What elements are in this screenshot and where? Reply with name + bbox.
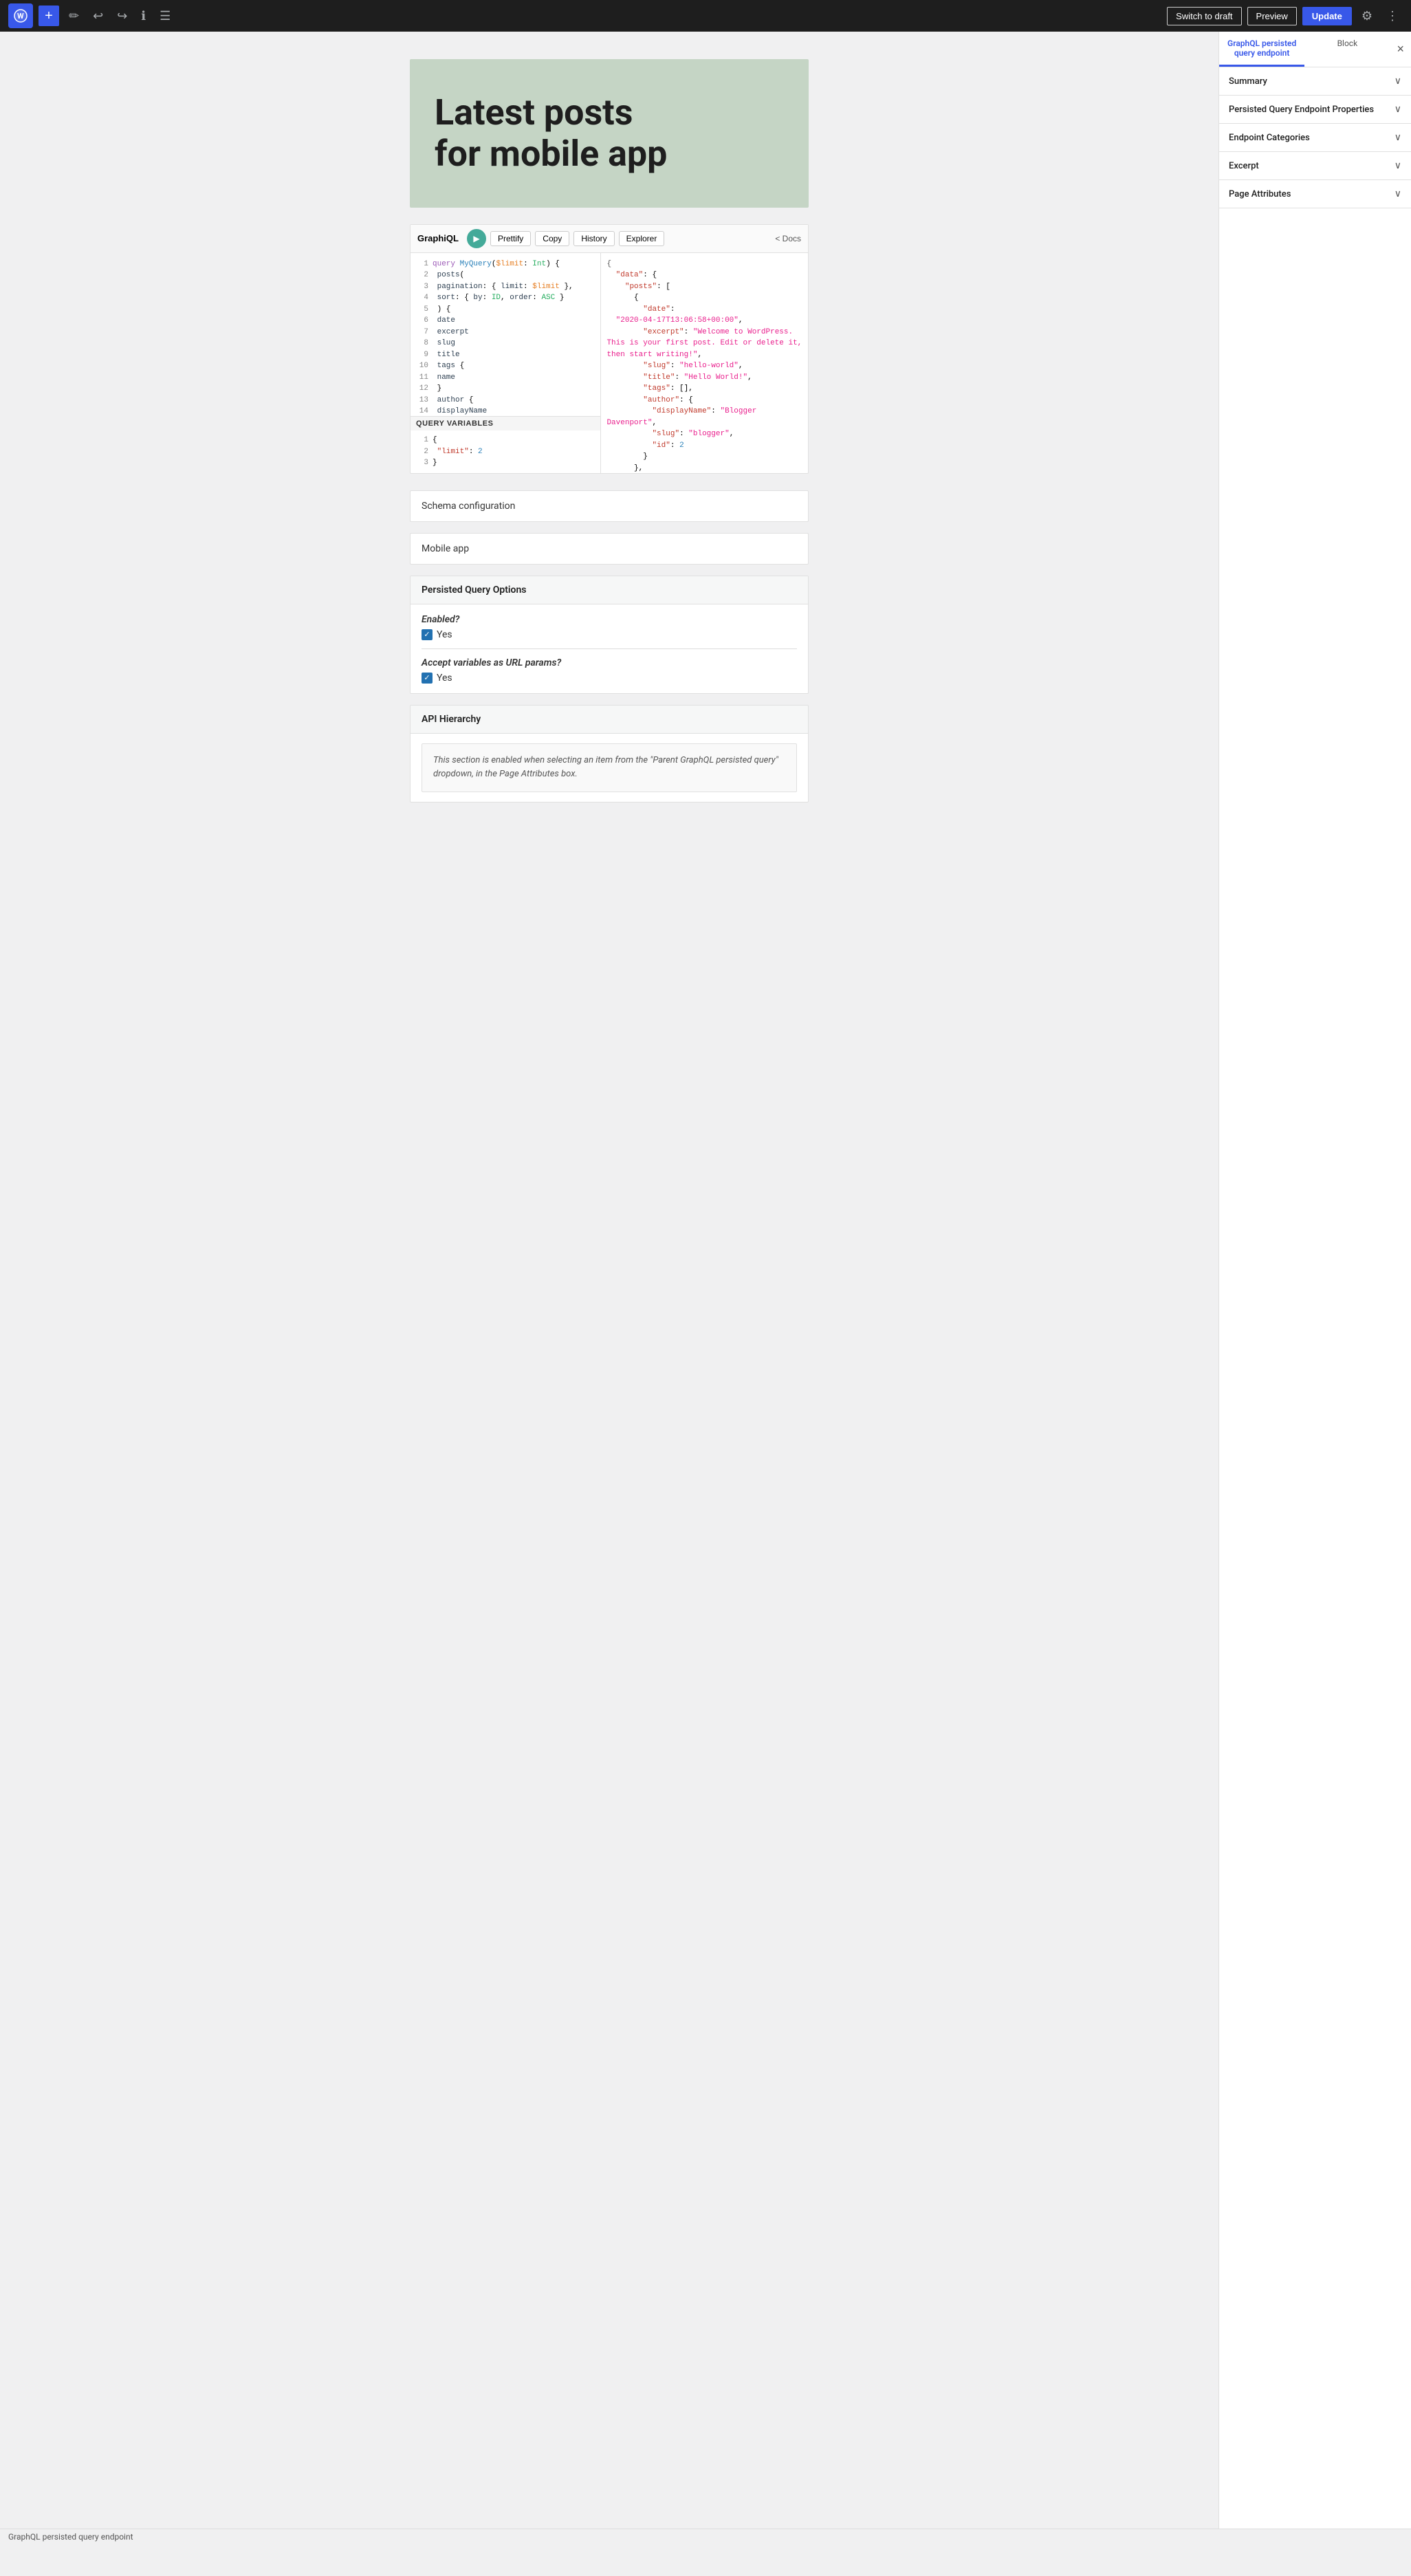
accept-vars-label: Accept variables as URL params?: [422, 657, 797, 668]
redo-button[interactable]: ↪: [113, 6, 131, 26]
status-bar: GraphQL persisted query endpoint: [0, 2529, 1411, 2544]
sidebar-summary-label: Summary: [1229, 76, 1267, 87]
api-hierarchy-body: This section is enabled when selecting a…: [411, 734, 808, 803]
mobile-app-card: Mobile app: [410, 533, 809, 565]
schema-configuration-card: Schema configuration: [410, 490, 809, 522]
graphiql-copy-button[interactable]: Copy: [535, 231, 569, 246]
options-divider: [422, 648, 797, 649]
sidebar-excerpt-section: Excerpt ∨: [1219, 152, 1411, 180]
hero-block: Latest posts for mobile app: [410, 59, 809, 208]
sidebar-summary-section: Summary ∨: [1219, 67, 1411, 96]
switch-to-draft-button[interactable]: Switch to draft: [1167, 7, 1241, 25]
graphiql-vars-editor[interactable]: 1{ 2 "limit": 2 3}: [411, 430, 600, 473]
api-hierarchy-section: API Hierarchy This section is enabled wh…: [410, 705, 809, 803]
add-block-button[interactable]: +: [39, 6, 59, 26]
sidebar-excerpt-header[interactable]: Excerpt ∨: [1219, 152, 1411, 179]
persisted-query-options-section: Persisted Query Options Enabled? ✓ Yes A…: [410, 576, 809, 694]
preview-button[interactable]: Preview: [1247, 7, 1297, 25]
update-button[interactable]: Update: [1302, 7, 1352, 25]
sidebar-page-attrs-header[interactable]: Page Attributes ∨: [1219, 180, 1411, 208]
sidebar-page-attrs-section: Page Attributes ∨: [1219, 180, 1411, 208]
right-sidebar: GraphQL persisted query endpoint Block ×…: [1218, 32, 1411, 2544]
graphiql-query-editor[interactable]: 1query MyQuery($limit: Int) { 2 posts( 3…: [411, 253, 600, 417]
sidebar-excerpt-chevron-icon: ∨: [1394, 160, 1401, 171]
graphiql-result-panel: { "data": { "posts": [ { "date": "2020-0…: [601, 253, 808, 473]
sidebar-tab-block[interactable]: Block: [1304, 32, 1390, 67]
editor-area: Latest posts for mobile app GraphiQL ▶ P…: [0, 32, 1218, 2544]
enabled-text: Yes: [437, 629, 452, 640]
sidebar-page-attrs-label: Page Attributes: [1229, 189, 1291, 199]
sidebar-persisted-props-section: Persisted Query Endpoint Properties ∨: [1219, 96, 1411, 124]
sidebar-endpoint-cats-chevron-icon: ∨: [1394, 132, 1401, 143]
graphiql-title: GraphiQL: [417, 233, 459, 243]
toolbar-right: Switch to draft Preview Update ⚙ ⋮: [1167, 6, 1403, 26]
schema-configuration-label: Schema configuration: [422, 501, 515, 512]
svg-text:W: W: [17, 12, 24, 21]
graphiql-toolbar: GraphiQL ▶ Prettify Copy History Explore…: [411, 225, 808, 253]
sidebar-close-button[interactable]: ×: [1390, 32, 1411, 67]
sidebar-persisted-props-header[interactable]: Persisted Query Endpoint Properties ∨: [1219, 96, 1411, 123]
accept-vars-value: ✓ Yes: [422, 673, 797, 684]
enabled-label: Enabled?: [422, 614, 797, 625]
api-hierarchy-header: API Hierarchy: [411, 706, 808, 734]
hero-title: Latest posts for mobile app: [435, 92, 784, 175]
settings-button[interactable]: ⚙: [1357, 6, 1377, 26]
graphiql-play-button[interactable]: ▶: [467, 229, 486, 248]
wp-logo-icon[interactable]: W: [8, 3, 33, 28]
status-bar-text: GraphQL persisted query endpoint: [8, 2532, 133, 2542]
persisted-query-options-header: Persisted Query Options: [411, 576, 808, 604]
accept-vars-text: Yes: [437, 673, 452, 684]
toolbar: W + ✏ ↩ ↪ ℹ ☰ Switch to draft Preview Up…: [0, 0, 1411, 32]
sidebar-endpoint-cats-section: Endpoint Categories ∨: [1219, 124, 1411, 152]
graphiql-history-button[interactable]: History: [573, 231, 614, 246]
info-button[interactable]: ℹ: [137, 6, 150, 26]
enabled-value: ✓ Yes: [422, 629, 797, 640]
sidebar-persisted-props-label: Persisted Query Endpoint Properties: [1229, 105, 1374, 115]
sidebar-tab-graphql[interactable]: GraphQL persisted query endpoint: [1219, 32, 1304, 67]
accept-vars-checkbox[interactable]: ✓: [422, 673, 433, 684]
undo-button[interactable]: ↩: [89, 6, 107, 26]
sidebar-summary-chevron-icon: ∨: [1394, 76, 1401, 87]
sidebar-endpoint-cats-header[interactable]: Endpoint Categories ∨: [1219, 124, 1411, 151]
persisted-query-options-body: Enabled? ✓ Yes Accept variables as URL p…: [411, 604, 808, 693]
graphiql-query-panel: 1query MyQuery($limit: Int) { 2 posts( 3…: [411, 253, 601, 473]
sidebar-excerpt-label: Excerpt: [1229, 161, 1259, 171]
graphiql-vars-bar[interactable]: QUERY VARIABLES: [411, 416, 600, 430]
main-layout: Latest posts for mobile app GraphiQL ▶ P…: [0, 32, 1411, 2544]
mobile-app-label: Mobile app: [422, 543, 469, 554]
editor-inner: Latest posts for mobile app GraphiQL ▶ P…: [410, 59, 809, 803]
sidebar-endpoint-cats-label: Endpoint Categories: [1229, 133, 1310, 143]
graphiql-explorer-button[interactable]: Explorer: [619, 231, 665, 246]
tools-button[interactable]: ☰: [155, 6, 175, 26]
sidebar-page-attrs-chevron-icon: ∨: [1394, 188, 1401, 199]
more-options-button[interactable]: ⋮: [1382, 6, 1403, 26]
graphiql-docs-button[interactable]: < Docs: [775, 234, 801, 243]
sidebar-tabs: GraphQL persisted query endpoint Block ×: [1219, 32, 1411, 67]
api-hierarchy-info: This section is enabled when selecting a…: [422, 743, 797, 793]
enabled-checkbox[interactable]: ✓: [422, 629, 433, 640]
graphiql-block: GraphiQL ▶ Prettify Copy History Explore…: [410, 224, 809, 474]
graphiql-body: 1query MyQuery($limit: Int) { 2 posts( 3…: [411, 253, 808, 473]
graphiql-prettify-button[interactable]: Prettify: [490, 231, 531, 246]
sidebar-persisted-props-chevron-icon: ∨: [1394, 104, 1401, 115]
edit-mode-button[interactable]: ✏: [65, 6, 83, 26]
sidebar-summary-header[interactable]: Summary ∨: [1219, 67, 1411, 95]
